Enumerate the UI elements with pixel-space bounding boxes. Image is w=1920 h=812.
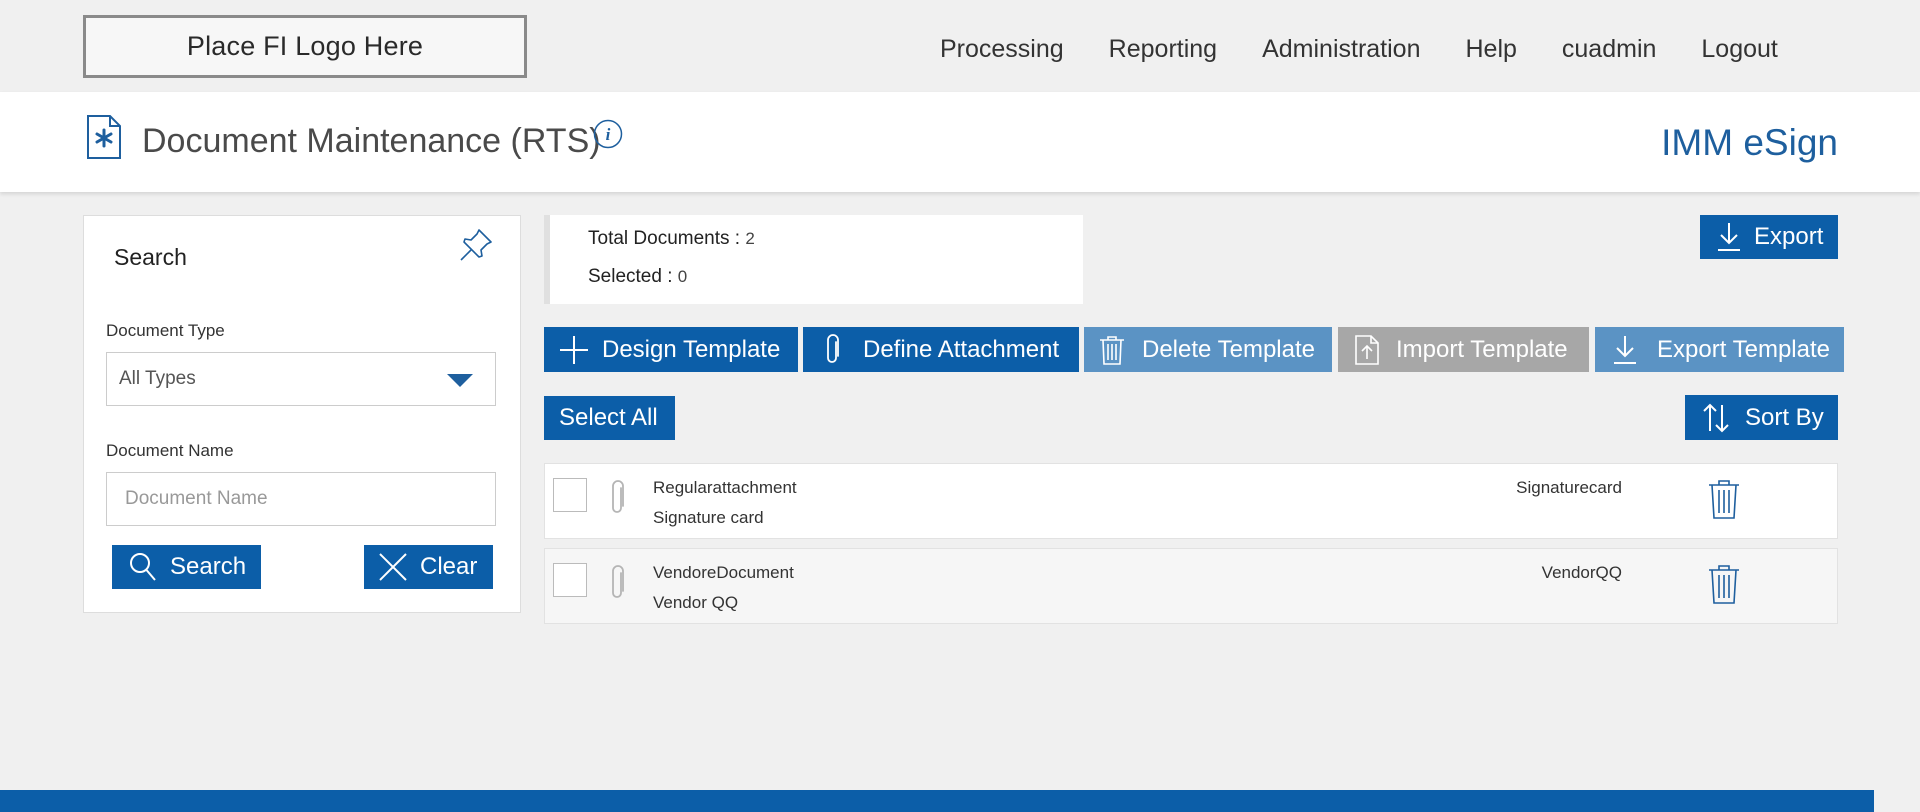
list-item[interactable]: Regularattachment Signature card Signatu… [544, 463, 1838, 539]
file-upload-icon [1355, 334, 1379, 365]
sort-icon [1703, 403, 1729, 432]
paperclip-icon [612, 480, 624, 513]
document-type-value: All Types [119, 368, 196, 389]
logo-text: Place FI Logo Here [186, 31, 424, 61]
document-name: Regularattachment [653, 478, 797, 497]
design-template-label: Design Template [602, 335, 781, 363]
clear-button-label: Clear [420, 553, 478, 580]
selected-label: Selected : [588, 266, 673, 287]
selected-count: Selected : 0 [588, 266, 687, 288]
define-attachment-button[interactable]: Define Attachment [803, 327, 1079, 372]
download-icon [1718, 223, 1740, 251]
import-template-button[interactable]: Import Template [1338, 327, 1589, 372]
top-nav: Processing Reporting Administration Help… [940, 35, 1823, 67]
total-documents-label: Total Documents : [588, 228, 741, 249]
nav-user-cuadmin[interactable]: cuadmin [1562, 35, 1657, 67]
nav-logout[interactable]: Logout [1701, 35, 1777, 67]
sort-by-label: Sort By [1745, 403, 1824, 431]
select-all-label: Select All [559, 404, 658, 431]
document-description: Vendor QQ [653, 593, 739, 612]
trash-icon[interactable] [1707, 478, 1741, 520]
document-type-label: Document Type [106, 321, 225, 340]
delete-template-button[interactable]: Delete Template [1084, 327, 1332, 372]
paperclip-icon [827, 333, 839, 363]
document-code: VendorQQ [1541, 563, 1622, 582]
nav-processing[interactable]: Processing [940, 35, 1064, 67]
document-description: Signature card [653, 508, 764, 527]
close-icon [379, 553, 407, 581]
row-checkbox[interactable] [553, 563, 587, 597]
document-settings-icon [87, 115, 121, 159]
selected-value: 0 [677, 267, 688, 286]
search-panel: Search Document Type All Types Document … [83, 215, 521, 613]
search-button[interactable]: Search [112, 545, 261, 589]
search-button-label: Search [170, 553, 247, 580]
nav-administration[interactable]: Administration [1262, 35, 1420, 67]
nav-reporting[interactable]: Reporting [1109, 35, 1217, 67]
chevron-down-icon [447, 374, 473, 387]
pin-icon[interactable] [457, 226, 495, 264]
export-template-label: Export Template [1657, 335, 1830, 363]
document-name-input[interactable] [106, 472, 496, 526]
nav-help[interactable]: Help [1465, 35, 1516, 67]
export-button[interactable]: Export [1700, 215, 1838, 259]
search-panel-title: Search [114, 244, 187, 270]
define-attachment-label: Define Attachment [863, 335, 1060, 363]
plus-icon [560, 335, 588, 364]
download-icon [1614, 335, 1636, 364]
document-name-label: Document Name [106, 441, 234, 460]
list-item[interactable]: VendoreDocument Vendor QQ VendorQQ [544, 548, 1838, 624]
document-code: Signaturecard [1516, 478, 1622, 497]
footer-bar [0, 790, 1874, 812]
sort-by-button[interactable]: Sort By [1685, 395, 1838, 440]
import-template-label: Import Template [1396, 335, 1568, 363]
export-template-button[interactable]: Export Template [1595, 327, 1844, 372]
document-summary: Total Documents : 2 Selected : 0 [544, 215, 1083, 304]
row-checkbox[interactable] [553, 478, 587, 512]
svg-text:i: i [606, 125, 611, 144]
total-documents-value: 2 [745, 229, 755, 248]
search-icon [130, 553, 156, 581]
info-icon[interactable]: i [593, 119, 623, 149]
trash-icon[interactable] [1707, 563, 1741, 605]
total-documents: Total Documents : 2 [588, 228, 755, 250]
trash-icon [1100, 335, 1124, 365]
select-all-button[interactable]: Select All [544, 396, 675, 440]
clear-button[interactable]: Clear [364, 545, 493, 589]
page-title: Document Maintenance (RTS) [142, 122, 601, 160]
document-name: VendoreDocument [653, 563, 794, 582]
design-template-button[interactable]: Design Template [544, 327, 798, 372]
export-button-label: Export [1754, 223, 1824, 250]
logo-placeholder: Place FI Logo Here [83, 15, 527, 78]
delete-template-label: Delete Template [1142, 335, 1315, 363]
paperclip-icon [612, 565, 624, 598]
app-name: IMM eSign [1661, 122, 1838, 163]
document-type-select[interactable]: All Types [106, 352, 496, 406]
